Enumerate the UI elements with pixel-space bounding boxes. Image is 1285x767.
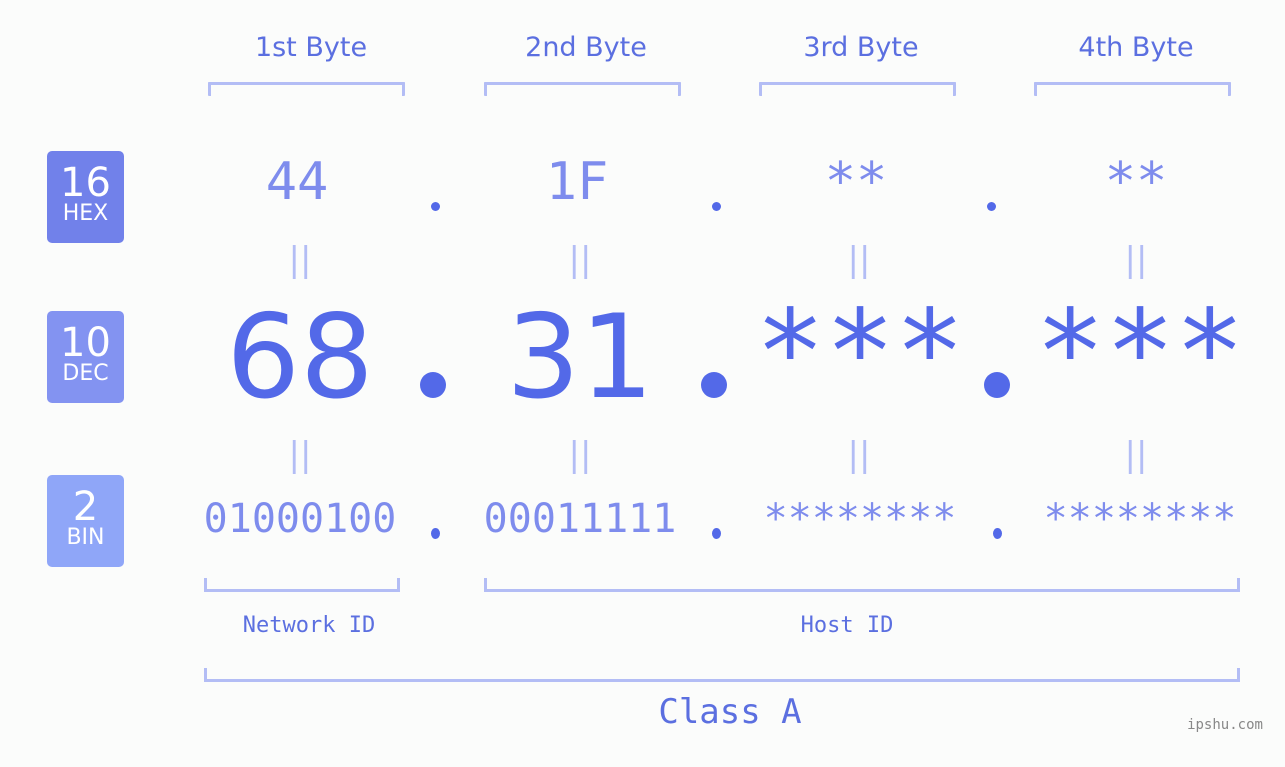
dec-byte-3: *** (755, 285, 965, 420)
equals-icon: || (847, 435, 871, 475)
bin-byte-3: ******** (763, 496, 957, 542)
bin-base-number: 2 (72, 484, 99, 530)
byte-bracket-4 (1034, 82, 1231, 96)
dec-byte-2: 31 (506, 290, 654, 425)
bin-byte-2: 00011111 (483, 496, 677, 542)
hex-base-number: 16 (60, 160, 111, 206)
equals-icon: || (288, 240, 312, 280)
equals-icon: || (568, 435, 592, 475)
hex-badge: 16 HEX (47, 151, 124, 243)
dec-byte-4: *** (1035, 285, 1245, 420)
byte-bracket-2 (484, 82, 681, 96)
hex-base-label: HEX (62, 201, 109, 226)
equals-icon: || (288, 435, 312, 475)
dec-dot-2 (701, 372, 727, 398)
class-bracket (204, 668, 1240, 682)
network-id-label: Network ID (242, 613, 376, 638)
host-id-label: Host ID (800, 613, 894, 638)
dec-badge: 10 DEC (47, 311, 124, 403)
byte-header-3: 3rd Byte (803, 32, 919, 63)
hex-dot-2 (712, 202, 721, 211)
network-id-bracket (204, 578, 400, 592)
dec-dot-1 (420, 372, 446, 398)
equals-icon: || (847, 240, 871, 280)
bin-badge: 2 BIN (47, 475, 124, 567)
bin-byte-4: ******** (1043, 496, 1237, 542)
dec-byte-1: 68 (226, 290, 374, 425)
bin-base-label: BIN (66, 525, 105, 550)
byte-header-1: 1st Byte (254, 32, 368, 63)
watermark: ipshu.com (1187, 717, 1263, 733)
bin-dot-2 (712, 528, 721, 539)
host-id-bracket (484, 578, 1240, 592)
byte-header-4: 4th Byte (1078, 32, 1194, 63)
byte-header-2: 2nd Byte (525, 32, 647, 63)
hex-dot-3 (987, 202, 996, 211)
hex-byte-1: 44 (265, 152, 329, 212)
hex-byte-3: ** (824, 152, 888, 212)
hex-dot-1 (431, 202, 440, 211)
equals-icon: || (1124, 435, 1148, 475)
hex-byte-4: ** (1104, 152, 1168, 212)
hex-byte-2: 1F (545, 152, 609, 212)
bin-dot-1 (431, 528, 440, 539)
equals-icon: || (568, 240, 592, 280)
byte-bracket-3 (759, 82, 956, 96)
dec-base-label: DEC (62, 361, 109, 386)
bin-dot-3 (993, 528, 1002, 539)
dec-dot-3 (984, 372, 1010, 398)
bin-byte-1: 01000100 (203, 496, 397, 542)
equals-icon: || (1124, 240, 1148, 280)
class-label: Class A (658, 692, 802, 732)
byte-bracket-1 (208, 82, 405, 96)
dec-base-number: 10 (60, 320, 111, 366)
